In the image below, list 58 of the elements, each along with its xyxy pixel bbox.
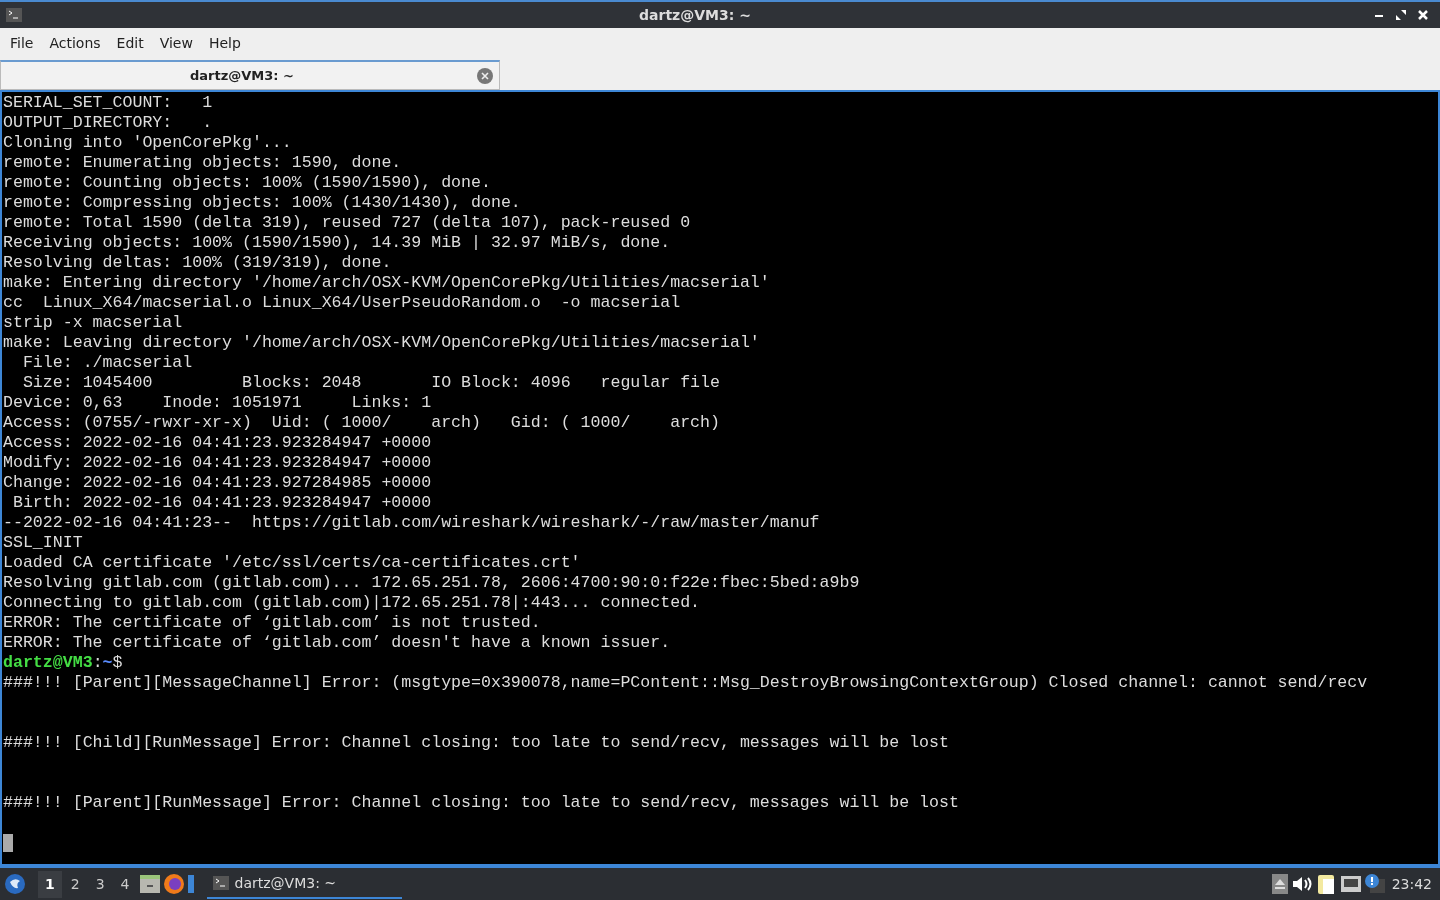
- taskbar-task[interactable]: dartz@VM3: ~: [206, 869, 402, 899]
- terminal-line: cc Linux_X64/macserial.o Linux_X64/UserPseudoRandom.o -o macserial: [3, 293, 682, 313]
- terminal-line: remote: Total 1590 (delta 319), reused 727 (delta 107), pack-reused 0: [3, 213, 692, 233]
- menu-item[interactable]: View: [151, 28, 201, 58]
- terminal-line: ERROR: The certificate of ‘gitlab.com’ doesn't have a known issuer.: [3, 633, 672, 653]
- workspace-button[interactable]: 4: [113, 870, 137, 898]
- terminal-line: Resolving deltas: 100% (319/319), done.: [3, 253, 393, 273]
- terminal-line: remote: Compressing objects: 100% (1430/1430), done.: [3, 193, 522, 213]
- start-menu-icon[interactable]: [4, 873, 26, 895]
- terminal-line: Receiving objects: 100% (1590/1590), 14.39 MiB | 32.97 MiB/s, done.: [3, 233, 672, 253]
- window-title: dartz@VM3: ~: [638, 5, 752, 25]
- terminal-line: ###!!! [Parent][MessageChannel] Error: (msgtype=0x390078,name=PContent::Msg_DestroyBrowsingContextGroup) Closed channel: cannot send/recv: [3, 673, 1369, 693]
- folder-icon[interactable]: [138, 874, 161, 894]
- close-tab-icon[interactable]: [477, 67, 493, 84]
- terminal-line: Access: (0755/-rwxr-xr-x) Uid: ( 1000/ arch) Gid: ( 1000/ arch): [3, 413, 721, 433]
- terminal-line: Resolving gitlab.com (gitlab.com)... 172.65.251.78, 2606:4700:90:0:f22e:fbec:5bed:a9b9: [3, 573, 861, 593]
- terminal-line: --2022-02-16 04:41:23-- https://gitlab.com/wireshark/wireshark/-/raw/master/manuf: [3, 513, 821, 533]
- terminal-line: remote: Counting objects: 100% (1590/1590), done.: [3, 173, 492, 193]
- terminal-line: Cloning into 'OpenCorePkg'...: [3, 133, 293, 153]
- menu-item[interactable]: File: [2, 28, 42, 58]
- workspace-button[interactable]: 2: [63, 870, 87, 898]
- menu-item[interactable]: Actions: [41, 28, 109, 58]
- menu-item[interactable]: Edit: [108, 28, 152, 58]
- browser-icon[interactable]: [162, 873, 185, 895]
- terminal-line: Change: 2022-02-16 04:41:23.927284985 +0000: [3, 473, 433, 493]
- notification-icon[interactable]: [1363, 873, 1386, 895]
- terminal-line: File: ./macserial: [21, 353, 194, 373]
- text-cursor: [3, 833, 13, 852]
- eject-icon[interactable]: [1271, 874, 1288, 894]
- terminal-icon: [6, 8, 22, 22]
- tab[interactable]: dartz@VM3: ~: [0, 60, 500, 90]
- terminal-line: make: Entering directory '/home/arch/OSX-KVM/OpenCorePkg/Utilities/macserial': [3, 273, 771, 293]
- workspace-button[interactable]: 1: [38, 870, 62, 898]
- terminal-line: Modify: 2022-02-16 04:41:23.923284947 +0000: [3, 453, 433, 473]
- workspace-button[interactable]: 3: [88, 870, 112, 898]
- network-icon[interactable]: [1339, 875, 1362, 893]
- terminal-line: ERROR: The certificate of ‘gitlab.com’ is not trusted.: [3, 613, 542, 633]
- terminal-line: Birth: 2022-02-16 04:41:23.923284947 +0000: [11, 493, 433, 513]
- clock: 23:42: [1390, 874, 1433, 894]
- terminal-line: Size: 1045400 Blocks: 2048 IO Block: 4096 regular file: [21, 373, 721, 393]
- terminal-line: OUTPUT_DIRECTORY: .: [3, 113, 214, 133]
- shell-prompt: dartz@VM3:~$: [3, 653, 123, 672]
- window-icon[interactable]: [186, 873, 195, 895]
- terminal-line: Connecting to gitlab.com (gitlab.com)|172.65.251.78|:443... connected.: [3, 593, 702, 613]
- terminal-line: remote: Enumerating objects: 1590, done.: [3, 153, 403, 173]
- close-icon[interactable]: [1417, 9, 1429, 21]
- terminal-line: ###!!! [Parent][RunMessage] Error: Channel closing: too late to send/recv, messages will be lost: [3, 793, 960, 813]
- terminal-line: SERIAL_SET_COUNT: 1: [3, 93, 214, 113]
- menu-item[interactable]: Help: [200, 28, 249, 58]
- terminal-line: Device: 0,63 Inode: 1051971 Links: 1: [3, 393, 433, 413]
- terminal-line: make: Leaving directory '/home/arch/OSX-KVM/OpenCorePkg/Utilities/macserial': [3, 333, 761, 353]
- maximize-icon[interactable]: [1395, 9, 1407, 21]
- terminal-line: Loaded CA certificate '/etc/ssl/certs/ca-certificates.crt': [3, 553, 582, 573]
- terminal-line: ###!!! [Child][RunMessage] Error: Channel closing: too late to send/recv, messages will be lost: [3, 733, 950, 753]
- terminal-line: Access: 2022-02-16 04:41:23.923284947 +0000: [3, 433, 433, 453]
- terminal-line: strip -x macserial: [3, 313, 184, 333]
- terminal-icon: [212, 876, 229, 890]
- terminal-line: SSL_INIT: [3, 533, 84, 553]
